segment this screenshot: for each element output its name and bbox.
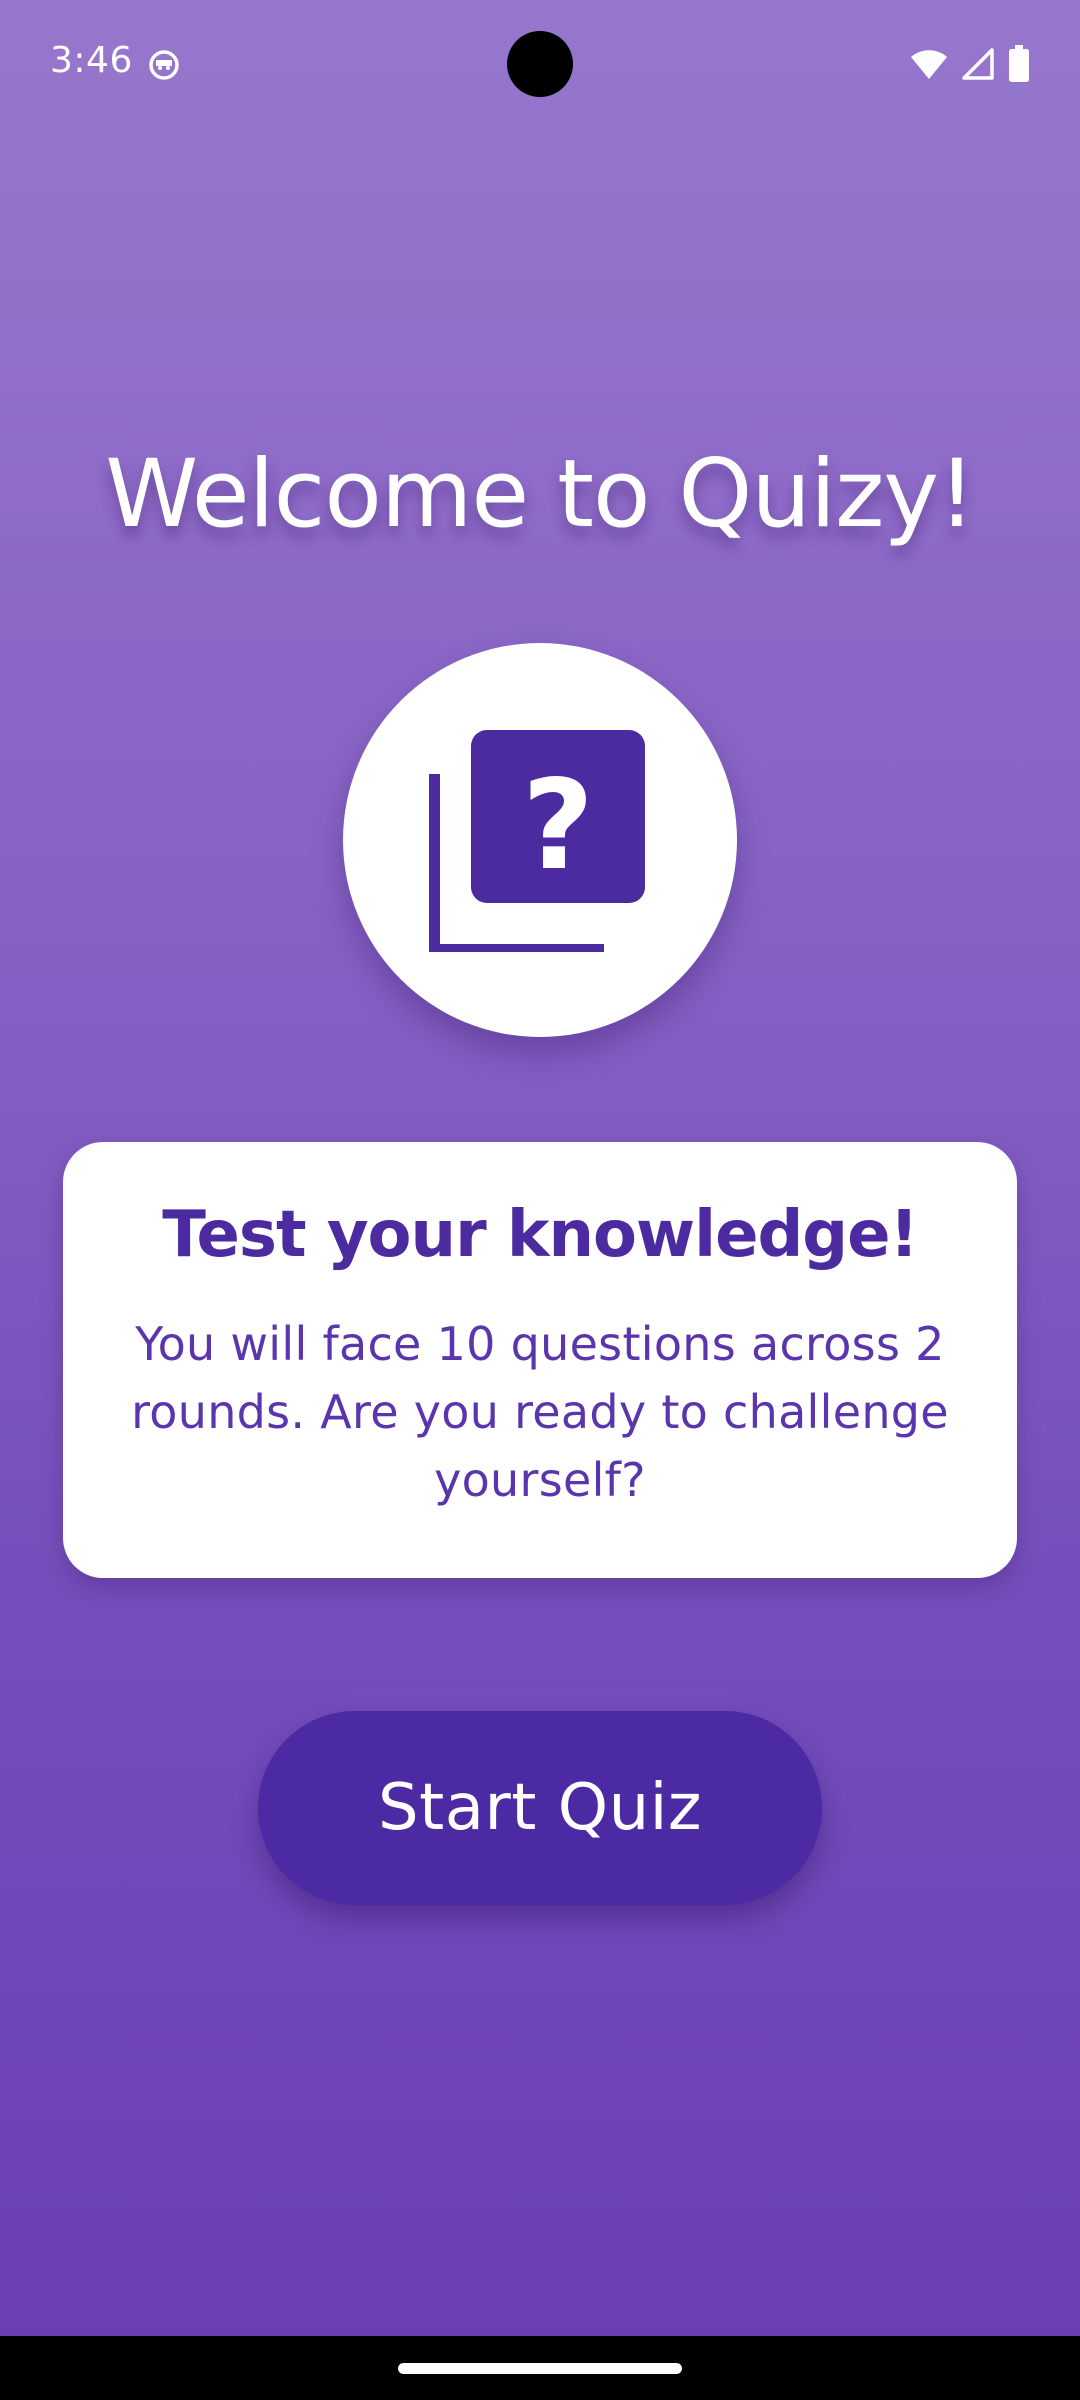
cell-signal-icon (962, 48, 994, 80)
camera-cutout (507, 31, 573, 97)
logo-badge: ? (343, 643, 737, 1037)
welcome-screen: 3:46 Welcome to Quizy! ? Test your knowl… (0, 0, 1080, 2400)
status-icons (910, 44, 1030, 84)
card-description: You will face 10 questions across 2 roun… (131, 1317, 949, 1508)
card-title: Test your knowledge! (162, 1198, 918, 1272)
quiz-question-icon: ? (429, 730, 645, 952)
battery-icon (1008, 45, 1030, 83)
app-notification-icon (148, 48, 180, 80)
status-time: 3:46 (50, 40, 133, 81)
status-bar: 3:46 (0, 0, 1080, 130)
home-indicator[interactable] (398, 2363, 682, 2374)
wifi-icon (910, 48, 948, 80)
welcome-title: Welcome to Quizy! (105, 440, 975, 549)
info-card: Test your knowledge! You will face 10 qu… (63, 1142, 1017, 1578)
start-quiz-button[interactable]: Start Quiz (258, 1711, 822, 1905)
svg-text:?: ? (522, 754, 594, 898)
